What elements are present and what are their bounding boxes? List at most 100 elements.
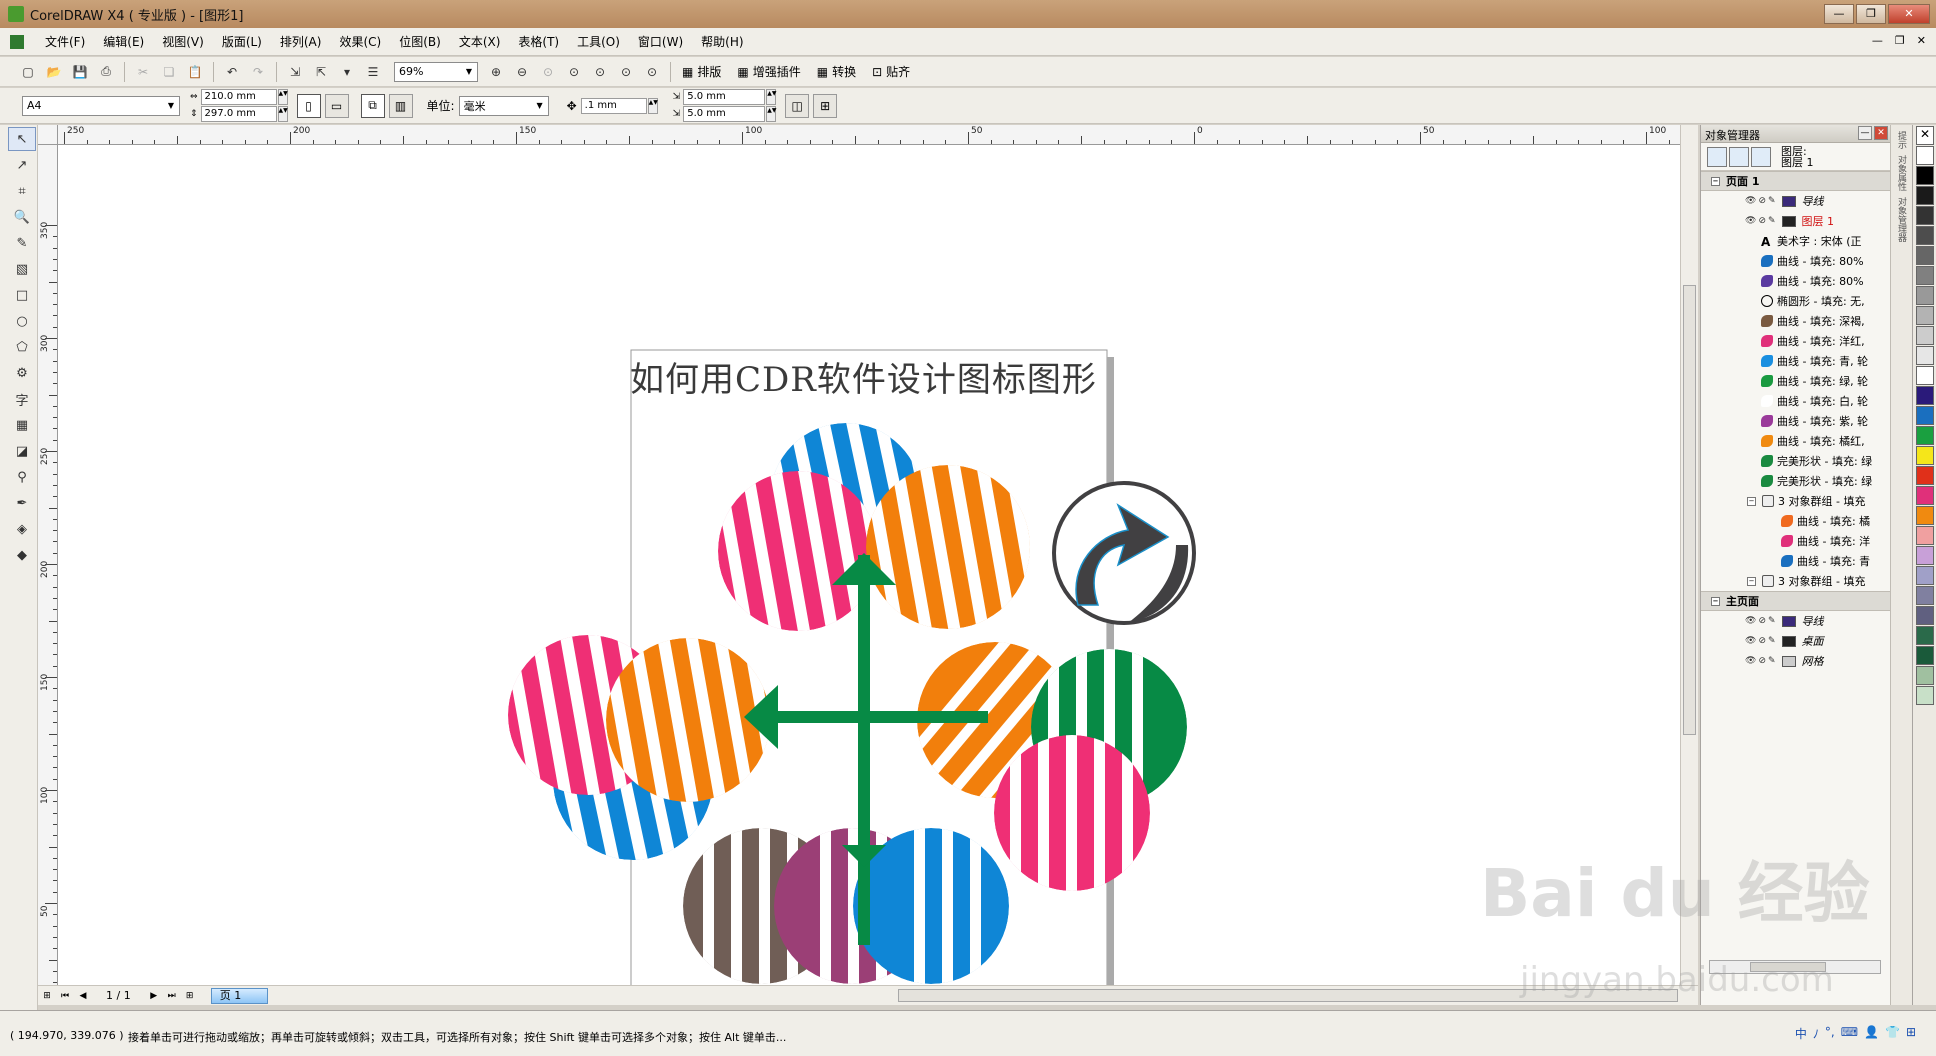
- object-tree-row[interactable]: 👁 ⊘ ✎ 桌面: [1701, 631, 1890, 651]
- plugin-enhance-button[interactable]: ▦ 增强插件: [737, 63, 800, 80]
- zoom-out-icon[interactable]: ⊖: [510, 61, 534, 83]
- object-tree-row[interactable]: 👁 ⊘ ✎ 导线: [1701, 611, 1890, 631]
- palette-swatch[interactable]: [1916, 546, 1934, 565]
- visibility-icon[interactable]: 👁: [1745, 636, 1756, 646]
- visibility-icon[interactable]: 👁: [1745, 616, 1756, 626]
- ellipse-tool-icon[interactable]: ○: [8, 309, 36, 333]
- paper-size-combo[interactable]: A4 ▼: [22, 95, 180, 116]
- current-page-button[interactable]: ▥: [388, 93, 413, 118]
- text-tool-icon[interactable]: 字: [8, 387, 36, 411]
- palette-swatch[interactable]: [1916, 246, 1934, 265]
- object-tree-row[interactable]: 曲线 - 填充: 青, 轮: [1701, 351, 1890, 371]
- tab-hints[interactable]: 提示: [1895, 131, 1908, 149]
- rectangle-tool-icon[interactable]: □: [8, 283, 36, 307]
- shape-tool-icon[interactable]: ↗: [8, 153, 36, 177]
- copy-icon[interactable]: ❏: [157, 61, 181, 83]
- zoom-tool-icon[interactable]: 🔍: [8, 205, 36, 229]
- object-tree-row[interactable]: 完美形状 - 填充: 绿: [1701, 471, 1890, 491]
- object-tree-row[interactable]: 👁 ⊘ ✎ 导线: [1701, 191, 1890, 211]
- page-width-field[interactable]: 210.0 mm ▲▼: [200, 89, 288, 105]
- palette-swatch[interactable]: [1916, 266, 1934, 285]
- show-properties-icon[interactable]: [1707, 146, 1727, 167]
- zoom-level-combo[interactable]: 69% ▼: [394, 61, 478, 82]
- zoom-height-icon[interactable]: ⊙: [640, 61, 664, 83]
- menu-layout[interactable]: 版面(L): [213, 33, 271, 50]
- palette-swatch[interactable]: [1916, 686, 1934, 705]
- layer-manager-view-icon[interactable]: [1751, 146, 1771, 167]
- polygon-tool-icon[interactable]: ⬠: [8, 335, 36, 359]
- next-page-icon[interactable]: ▶: [147, 991, 161, 1001]
- options-button[interactable]: ⊞: [813, 93, 838, 118]
- printable-icon[interactable]: ⊘: [1758, 636, 1766, 646]
- page-height-field[interactable]: 297.0 mm ▲▼: [200, 106, 288, 122]
- menu-tools[interactable]: 工具(O): [568, 33, 629, 50]
- doc-close-icon[interactable]: ✕: [1917, 34, 1926, 47]
- all-pages-button[interactable]: ⧉: [360, 93, 385, 118]
- export-icon[interactable]: ⇱: [309, 61, 333, 83]
- object-tree-row[interactable]: A 美术字 : 宋体 (正: [1701, 231, 1890, 251]
- object-tree-row[interactable]: 曲线 - 填充: 洋红,: [1701, 331, 1890, 351]
- close-button[interactable]: ✕: [1888, 4, 1930, 24]
- menu-arrange[interactable]: 排列(A): [271, 33, 331, 50]
- palette-swatch[interactable]: [1916, 366, 1934, 385]
- ime-skin-icon[interactable]: 👕: [1885, 1025, 1900, 1042]
- vertical-ruler[interactable]: 350 300 250 200 150 100 50: [38, 145, 58, 985]
- printable-icon[interactable]: ⊘: [1758, 616, 1766, 626]
- interactive-fill-tool-icon[interactable]: ◆: [8, 543, 36, 567]
- prev-page-icon[interactable]: ◀: [76, 991, 90, 1001]
- ruler-origin[interactable]: [38, 125, 58, 145]
- printable-icon[interactable]: ⊘: [1758, 196, 1766, 206]
- fill-tool-icon[interactable]: ◈: [8, 517, 36, 541]
- crop-tool-icon[interactable]: ⌗: [8, 179, 36, 203]
- object-tree-row[interactable]: − 3 对象群组 - 填充: [1701, 491, 1890, 511]
- palette-swatch[interactable]: [1916, 506, 1934, 525]
- pick-tool-icon[interactable]: ↖: [8, 127, 36, 151]
- palette-swatch[interactable]: [1916, 186, 1934, 205]
- menu-bitmaps[interactable]: 位图(B): [390, 33, 450, 50]
- editable-icon[interactable]: ✎: [1768, 196, 1776, 206]
- palette-swatch[interactable]: [1916, 586, 1934, 605]
- interactive-blend-tool-icon[interactable]: ◪: [8, 439, 36, 463]
- object-tree-row[interactable]: 曲线 - 填充: 白, 轮: [1701, 391, 1890, 411]
- palette-swatch[interactable]: [1916, 446, 1934, 465]
- outline-tool-icon[interactable]: ✒: [8, 491, 36, 515]
- zoom-in-icon[interactable]: ⊕: [484, 61, 508, 83]
- treat-as-filled-button[interactable]: ◫: [785, 93, 810, 118]
- palette-swatch[interactable]: [1916, 166, 1934, 185]
- ime-menu-icon[interactable]: ⊞: [1906, 1025, 1916, 1042]
- object-tree-row[interactable]: 👁 ⊘ ✎ 图层 1: [1701, 211, 1890, 231]
- add-page-icon[interactable]: ⊞: [40, 991, 54, 1001]
- editable-icon[interactable]: ✎: [1768, 216, 1776, 226]
- visibility-icon[interactable]: 👁: [1745, 656, 1756, 666]
- plugin-typeset-button[interactable]: ▦ 排版: [682, 63, 721, 80]
- expand-toggle-icon[interactable]: −: [1747, 576, 1756, 586]
- document-icon[interactable]: [10, 34, 24, 49]
- doc-restore-icon[interactable]: ❐: [1895, 34, 1905, 47]
- palette-swatch[interactable]: [1916, 406, 1934, 425]
- last-page-icon[interactable]: ⏭: [165, 991, 179, 1001]
- table-tool-icon[interactable]: ▦: [8, 413, 36, 437]
- tab-object-properties[interactable]: 对象属性: [1895, 155, 1908, 191]
- menu-edit[interactable]: 编辑(E): [94, 33, 153, 50]
- import-icon[interactable]: ⇲: [283, 61, 307, 83]
- editable-icon[interactable]: ✎: [1768, 656, 1776, 666]
- ime-moon-icon[interactable]: ﾉ: [1813, 1025, 1819, 1042]
- palette-swatch[interactable]: [1916, 386, 1934, 405]
- basic-shapes-tool-icon[interactable]: ⚙: [8, 361, 36, 385]
- palette-swatch[interactable]: [1916, 666, 1934, 685]
- object-tree-row[interactable]: 曲线 - 填充: 深褐,: [1701, 311, 1890, 331]
- palette-swatch[interactable]: [1916, 626, 1934, 645]
- expand-toggle-icon[interactable]: −: [1711, 176, 1720, 186]
- printable-icon[interactable]: ⊘: [1758, 216, 1766, 226]
- duplicate-y-field[interactable]: 5.0 mm ▲▼: [683, 106, 776, 122]
- first-page-icon[interactable]: ⏮: [58, 991, 72, 1001]
- palette-swatch[interactable]: [1916, 306, 1934, 325]
- cut-icon[interactable]: ✂: [131, 61, 155, 83]
- object-tree-row[interactable]: − 页面 1: [1701, 171, 1890, 191]
- nudge-spinner[interactable]: ▲▼: [647, 97, 658, 114]
- smart-fill-tool-icon[interactable]: ▧: [8, 257, 36, 281]
- printable-icon[interactable]: ⊘: [1758, 656, 1766, 666]
- object-tree-row[interactable]: − 3 对象群组 - 填充: [1701, 571, 1890, 591]
- page-tab[interactable]: 页 1: [210, 987, 269, 1004]
- dup-x-spinner[interactable]: ▲▼: [766, 89, 776, 105]
